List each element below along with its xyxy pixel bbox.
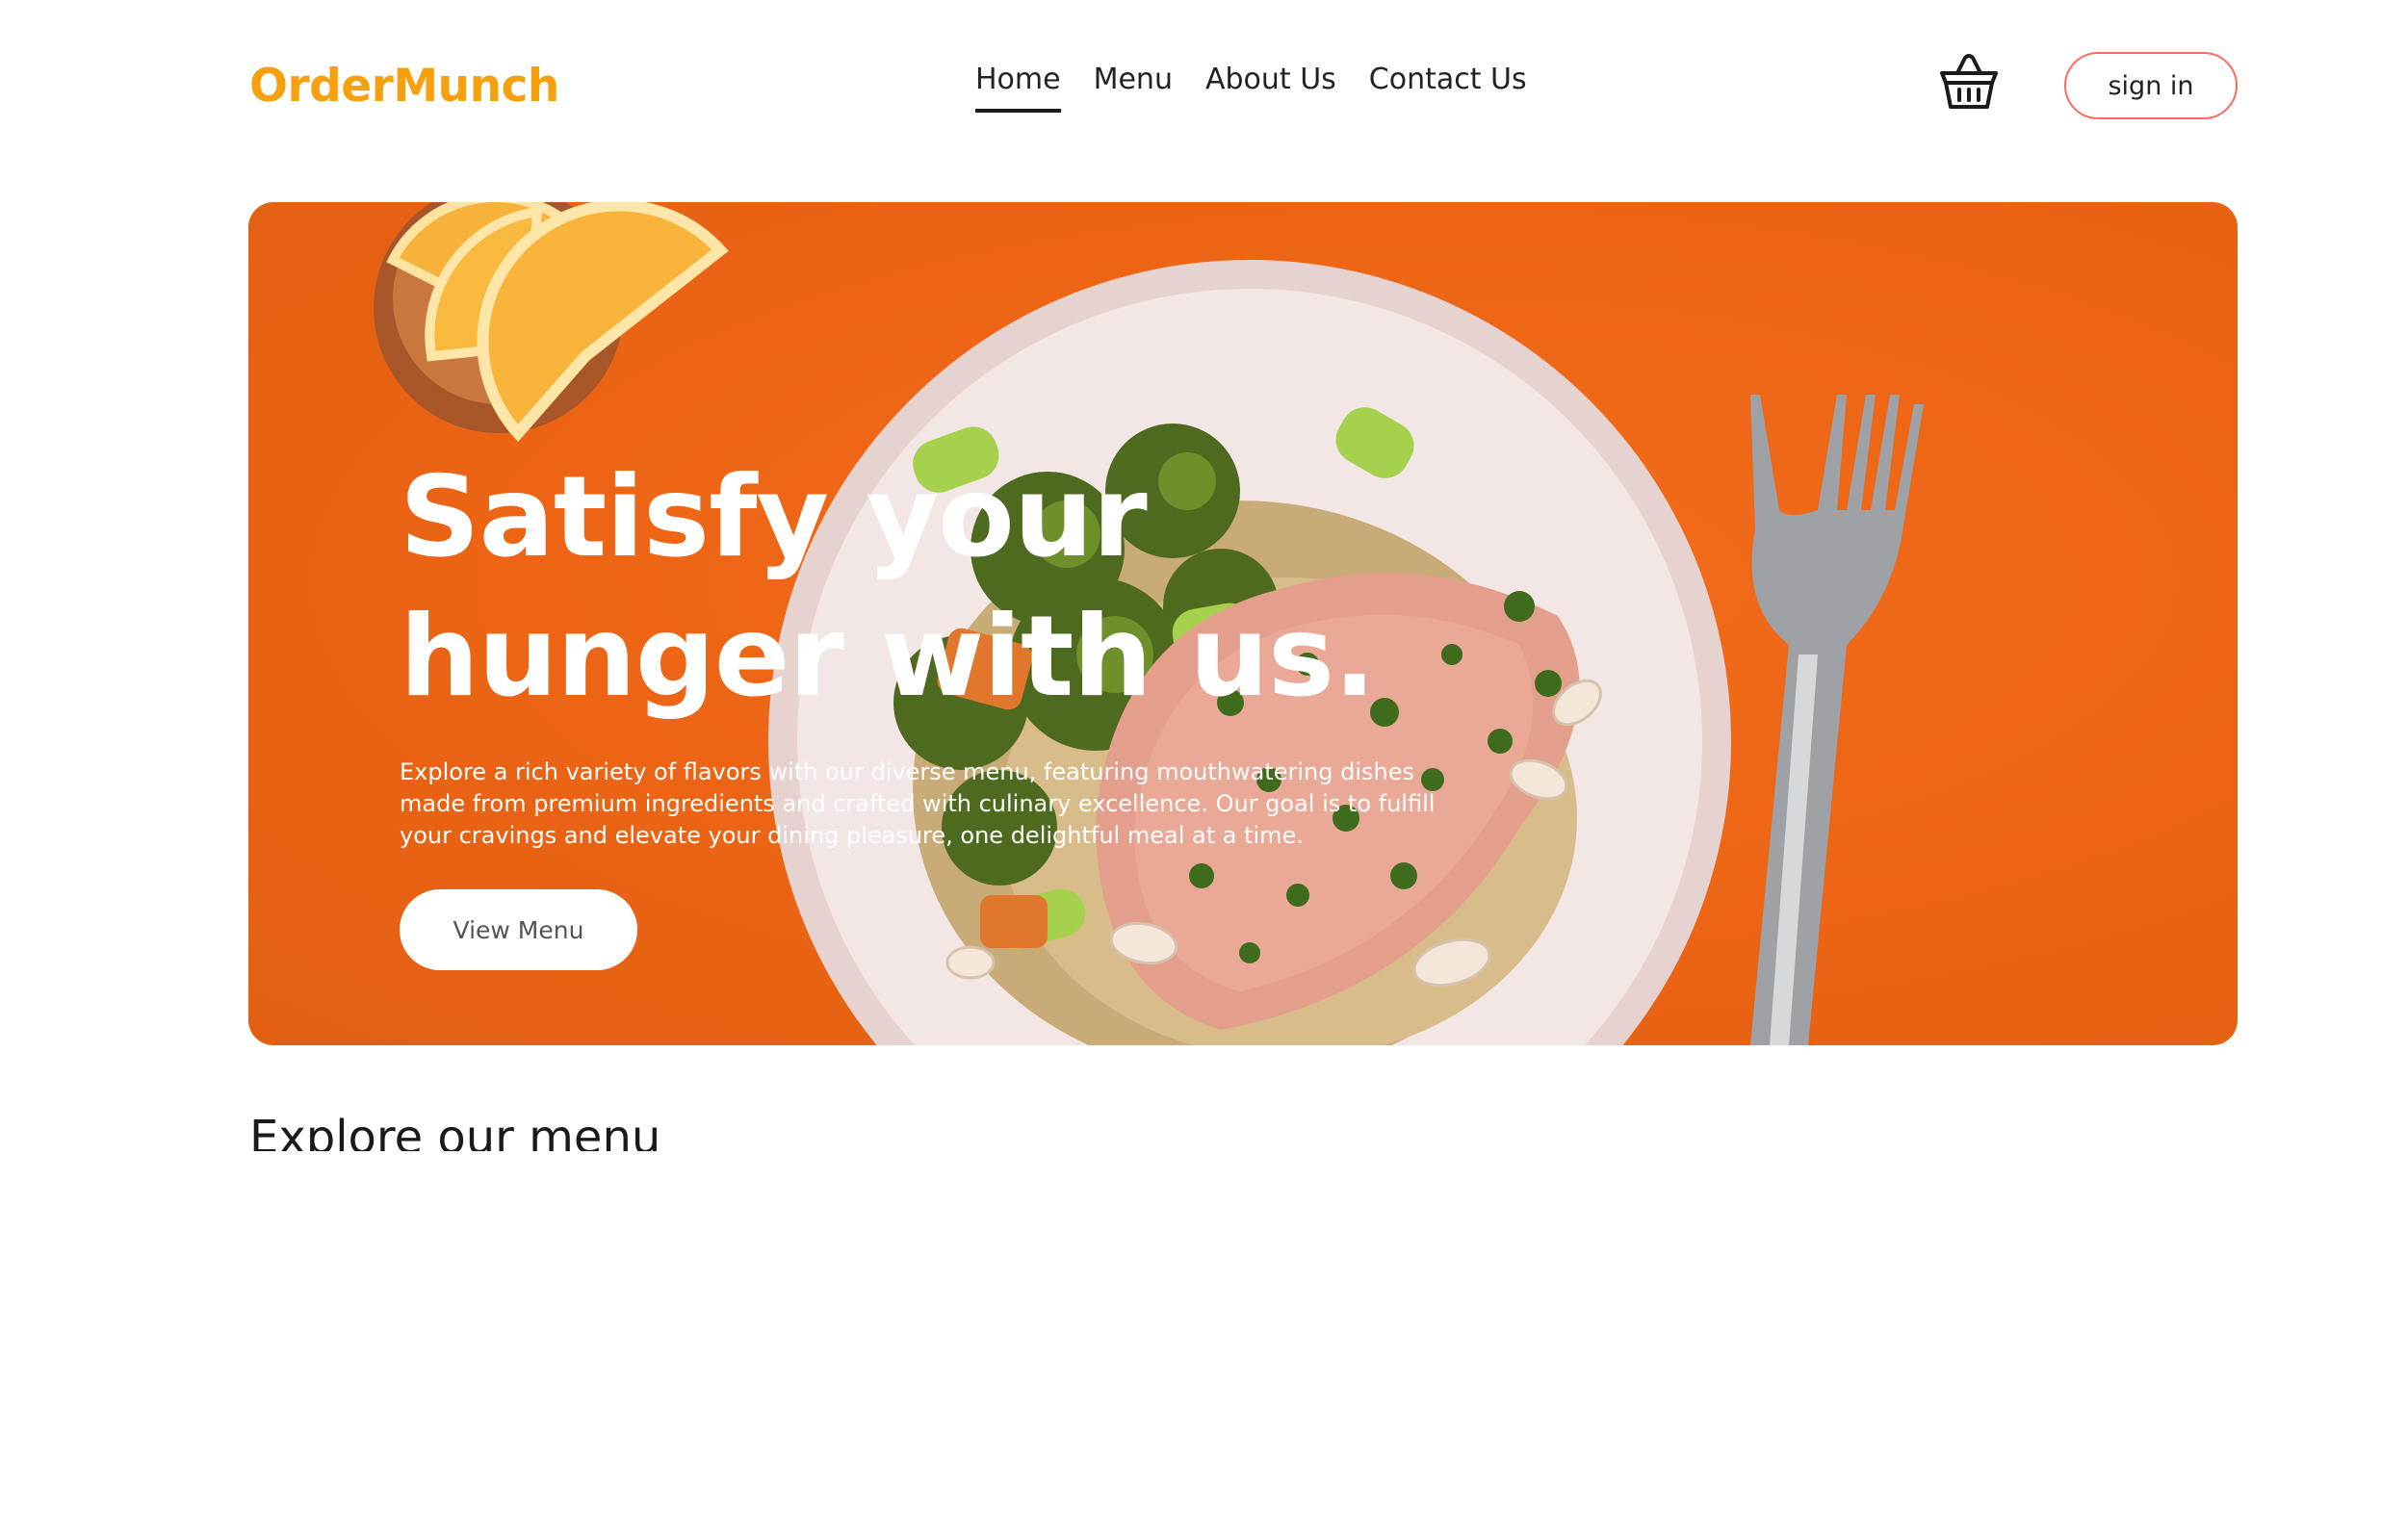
nav-item-home[interactable]: Home [975, 64, 1061, 113]
basket-icon[interactable] [1938, 54, 2000, 112]
hero-banner: Satisfy your hunger with us. Explore a r… [248, 202, 2238, 1045]
hero-title: Satisfy your hunger with us. [400, 452, 1376, 722]
section-title: Explore our menu [249, 1111, 661, 1151]
sign-in-button[interactable]: sign in [2064, 52, 2238, 119]
view-menu-button[interactable]: View Menu [400, 889, 637, 970]
nav-item-about-us[interactable]: About Us [1205, 64, 1336, 109]
brand-logo[interactable]: OrderMunch [249, 60, 559, 113]
lemon-bowl [374, 202, 729, 443]
nav-item-menu[interactable]: Menu [1094, 64, 1173, 109]
main-nav: Home Menu About Us Contact Us [975, 64, 1527, 113]
fork [1750, 395, 1924, 1045]
page: OrderMunch Home Menu About Us Contact Us… [0, 0, 2407, 1540]
hero-description: Explore a rich variety of flavors with o… [400, 758, 1436, 849]
nav-item-contact-us[interactable]: Contact Us [1369, 64, 1527, 109]
